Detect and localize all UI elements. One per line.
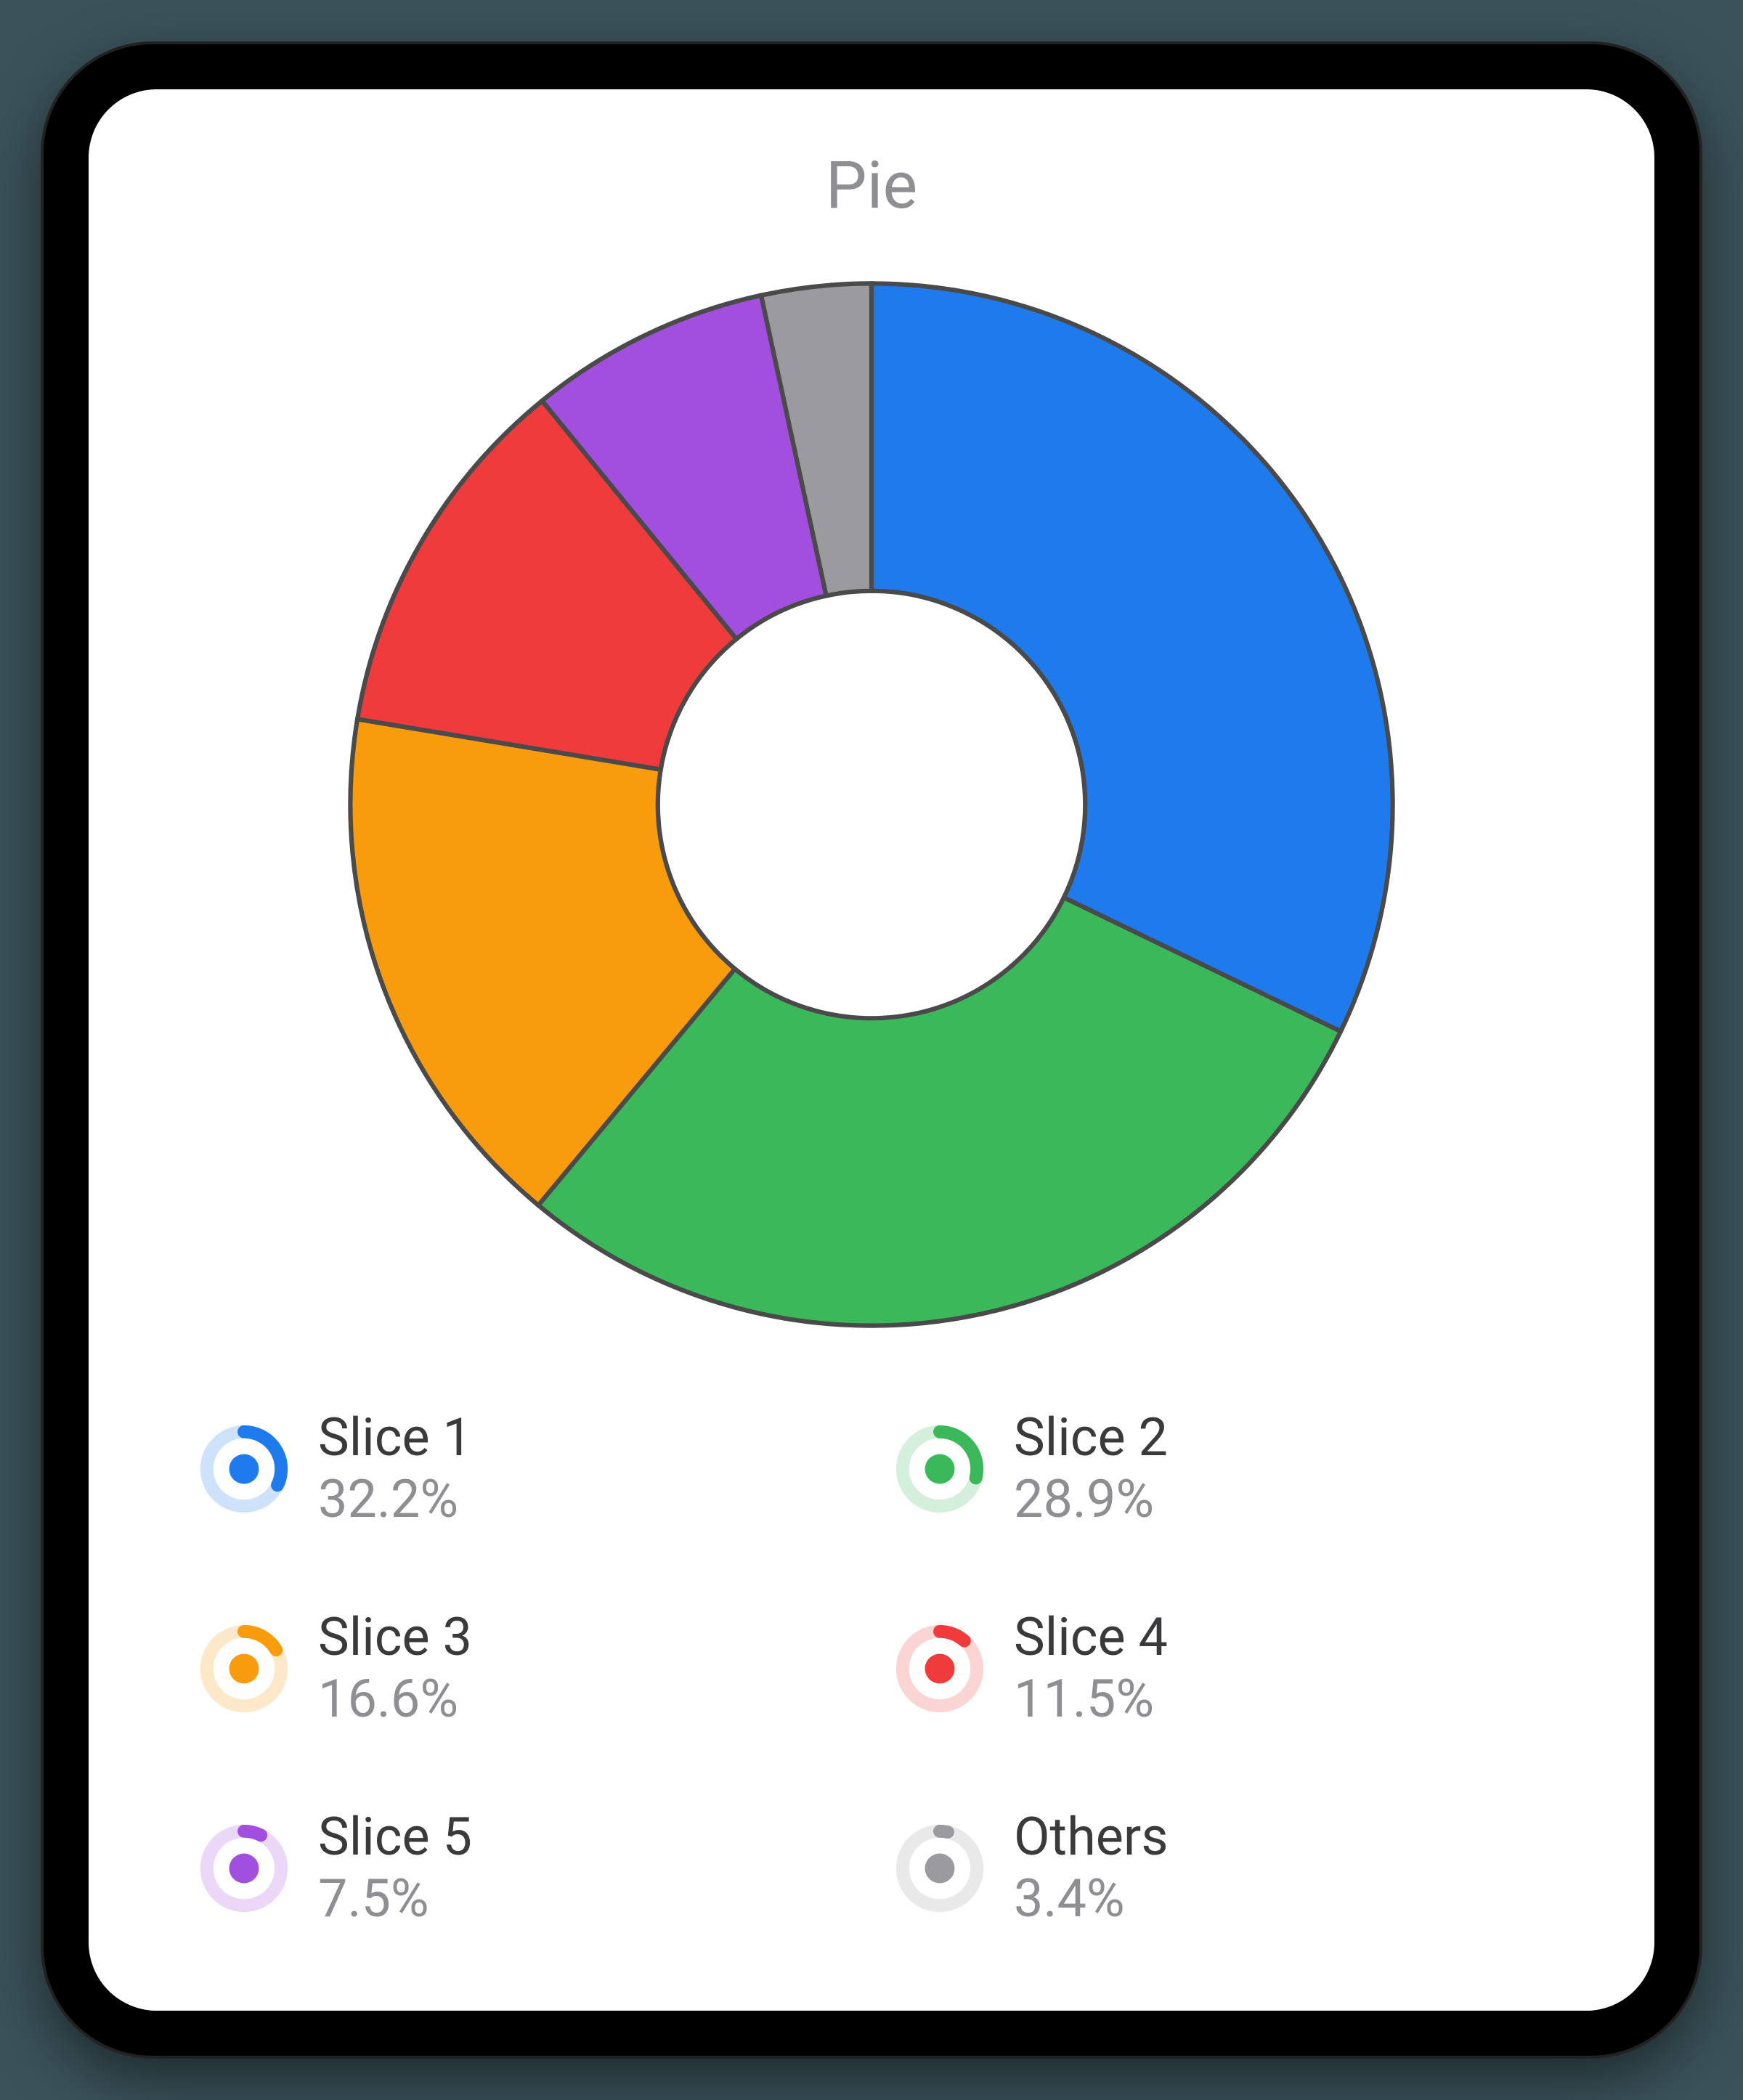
legend-bullet-icon	[893, 1622, 986, 1715]
device-frame: Pie Slice 1 32.2% Slice 2 28.9%	[44, 44, 1699, 2056]
legend-item-slice-3[interactable]: Slice 3 16.6%	[198, 1607, 850, 1730]
legend: Slice 1 32.2% Slice 2 28.9% Slice 3	[154, 1407, 1589, 1930]
legend-bullet-icon	[198, 1423, 290, 1515]
legend-label: Slice 2	[1014, 1407, 1168, 1469]
donut-slice[interactable]	[871, 283, 1393, 1031]
legend-item-slice-4[interactable]: Slice 4 11.5%	[893, 1607, 1545, 1730]
legend-item-slice-5[interactable]: Slice 5 7.5%	[198, 1807, 850, 1930]
legend-text: Slice 3 16.6%	[318, 1607, 472, 1730]
legend-text: Slice 1 32.2%	[318, 1407, 472, 1531]
legend-value: 32.2%	[318, 1469, 472, 1531]
legend-text: Slice 2 28.9%	[1014, 1407, 1168, 1531]
legend-value: 3.4%	[1014, 1868, 1168, 1930]
legend-label: Slice 4	[1014, 1607, 1168, 1669]
legend-bullet-icon	[893, 1822, 986, 1915]
legend-value: 11.5%	[1014, 1669, 1168, 1730]
legend-item-slice-2[interactable]: Slice 2 28.9%	[893, 1407, 1545, 1531]
legend-text: Slice 4 11.5%	[1014, 1607, 1168, 1730]
chart-title: Pie	[154, 147, 1589, 224]
screen: Pie Slice 1 32.2% Slice 2 28.9%	[89, 89, 1654, 2011]
stage: Pie Slice 1 32.2% Slice 2 28.9%	[0, 0, 1743, 2100]
donut-chart	[154, 238, 1589, 1371]
legend-bullet-icon	[198, 1622, 290, 1715]
legend-item-slice-1[interactable]: Slice 1 32.2%	[198, 1407, 850, 1531]
legend-label: Others	[1014, 1807, 1168, 1868]
legend-value: 28.9%	[1014, 1469, 1168, 1531]
donut-svg	[305, 238, 1438, 1371]
legend-text: Others 3.4%	[1014, 1807, 1168, 1930]
legend-label: Slice 1	[318, 1407, 472, 1469]
legend-value: 16.6%	[318, 1669, 472, 1730]
legend-bullet-icon	[198, 1822, 290, 1915]
legend-bullet-icon	[893, 1423, 986, 1515]
legend-value: 7.5%	[318, 1868, 472, 1930]
legend-item-others[interactable]: Others 3.4%	[893, 1807, 1545, 1930]
legend-label: Slice 5	[318, 1807, 472, 1868]
legend-label: Slice 3	[318, 1607, 472, 1669]
legend-text: Slice 5 7.5%	[318, 1807, 472, 1930]
